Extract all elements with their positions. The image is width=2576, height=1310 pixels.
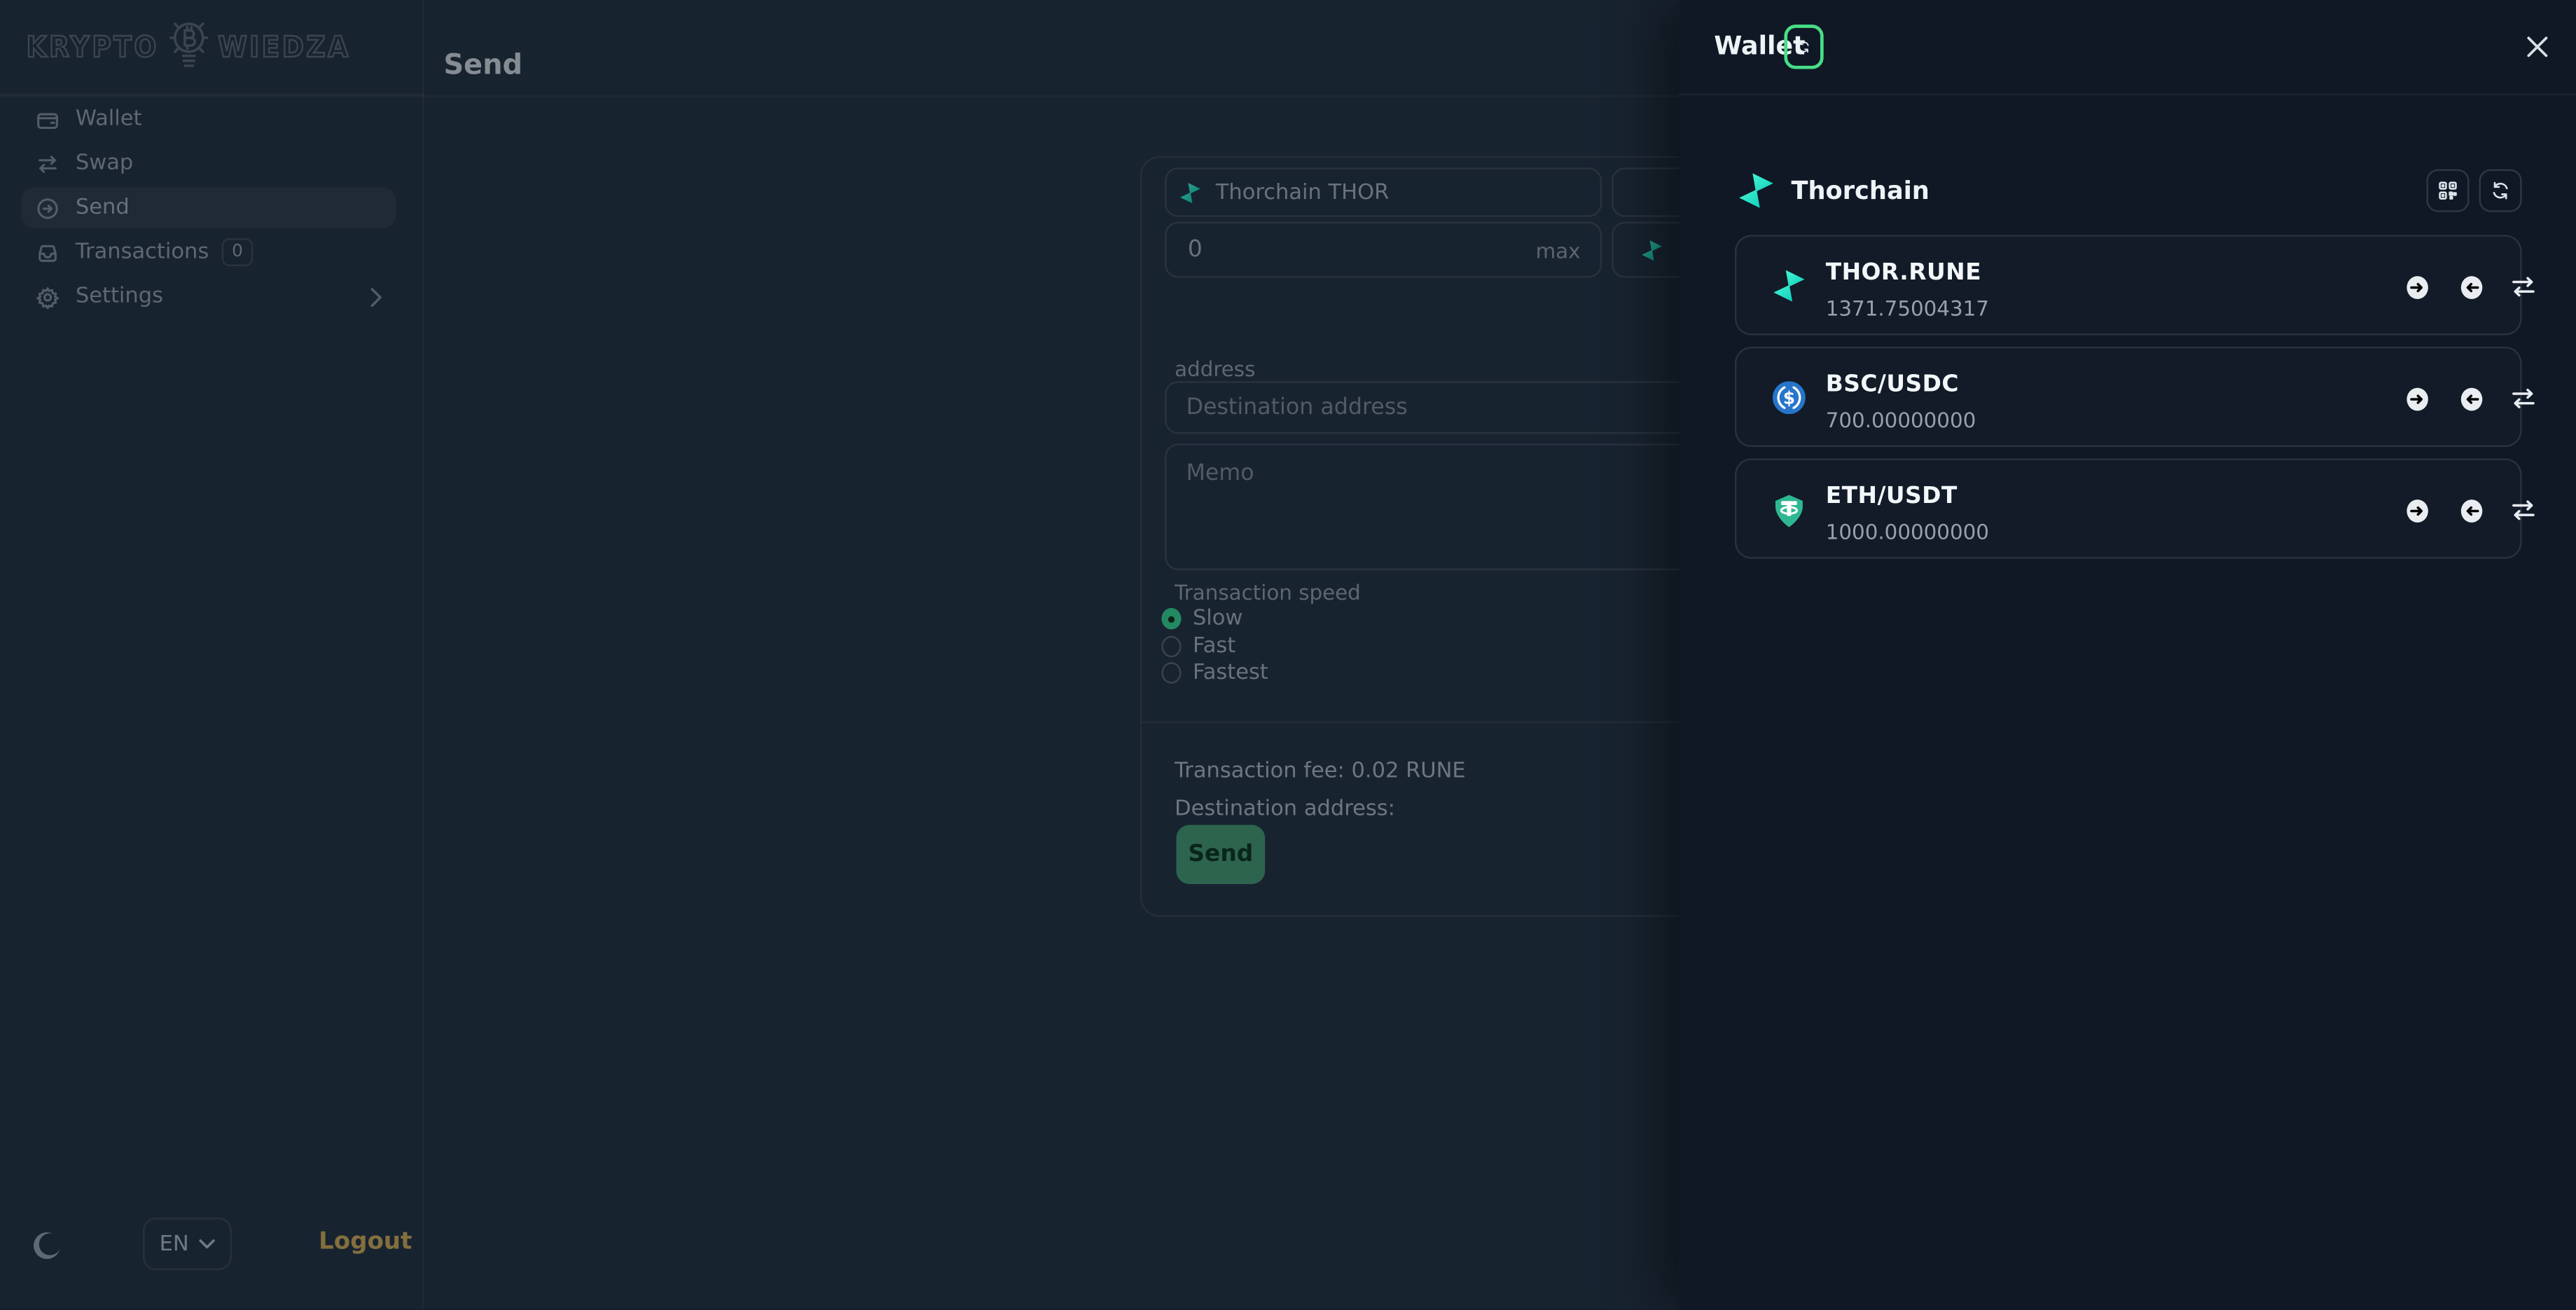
chain-name: Thorchain [1791, 176, 1929, 205]
usdc-coin-icon: $ [1773, 381, 1806, 418]
thorchain-coin-icon [1773, 270, 1806, 306]
asset-symbol: THOR.RUNE [1826, 260, 1981, 287]
asset-symbol: ETH/USDT [1826, 483, 1958, 510]
asset-amount: 700.00000000 [1826, 408, 1976, 432]
usdt-coin-icon [1773, 493, 1806, 530]
swap-horizontal-icon[interactable] [2511, 388, 2537, 409]
wallet-refresh-button[interactable] [1785, 25, 1824, 69]
svg-text:$: $ [1784, 387, 1796, 408]
drawer-backdrop[interactable] [0, 0, 1680, 1309]
asset-amount: 1000.00000000 [1826, 519, 1989, 544]
send-out-arrow-icon[interactable] [2407, 275, 2428, 298]
chain-section-header: Thorchain [1680, 170, 2576, 212]
asset-row-bsc-usdc: $ BSC/USDC 700.00000000 [1736, 347, 2523, 447]
asset-row-thor-rune: THOR.RUNE 1371.75004317 [1736, 235, 2523, 335]
qr-code-icon[interactable] [2427, 170, 2470, 212]
receive-arrow-icon[interactable] [2462, 387, 2483, 410]
app-root: KRYPTO WIEDZA Wallet [0, 0, 2576, 1309]
send-out-arrow-icon[interactable] [2407, 499, 2428, 522]
receive-arrow-icon[interactable] [2462, 499, 2483, 522]
drawer-header: Wallet [1680, 0, 2576, 95]
swap-horizontal-icon[interactable] [2511, 276, 2537, 297]
chain-refresh-icon[interactable] [2479, 170, 2522, 212]
asset-symbol: BSC/USDC [1826, 371, 1959, 398]
asset-amount: 1371.75004317 [1826, 296, 1989, 320]
wallet-drawer: Wallet Thorchain [1680, 0, 2576, 1309]
receive-arrow-icon[interactable] [2462, 275, 2483, 298]
thorchain-logo [1738, 172, 1775, 209]
send-out-arrow-icon[interactable] [2407, 387, 2428, 410]
swap-horizontal-icon[interactable] [2511, 499, 2537, 520]
asset-row-eth-usdt: ETH/USDT 1000.00000000 [1736, 458, 2523, 558]
close-icon[interactable] [2525, 34, 2549, 59]
